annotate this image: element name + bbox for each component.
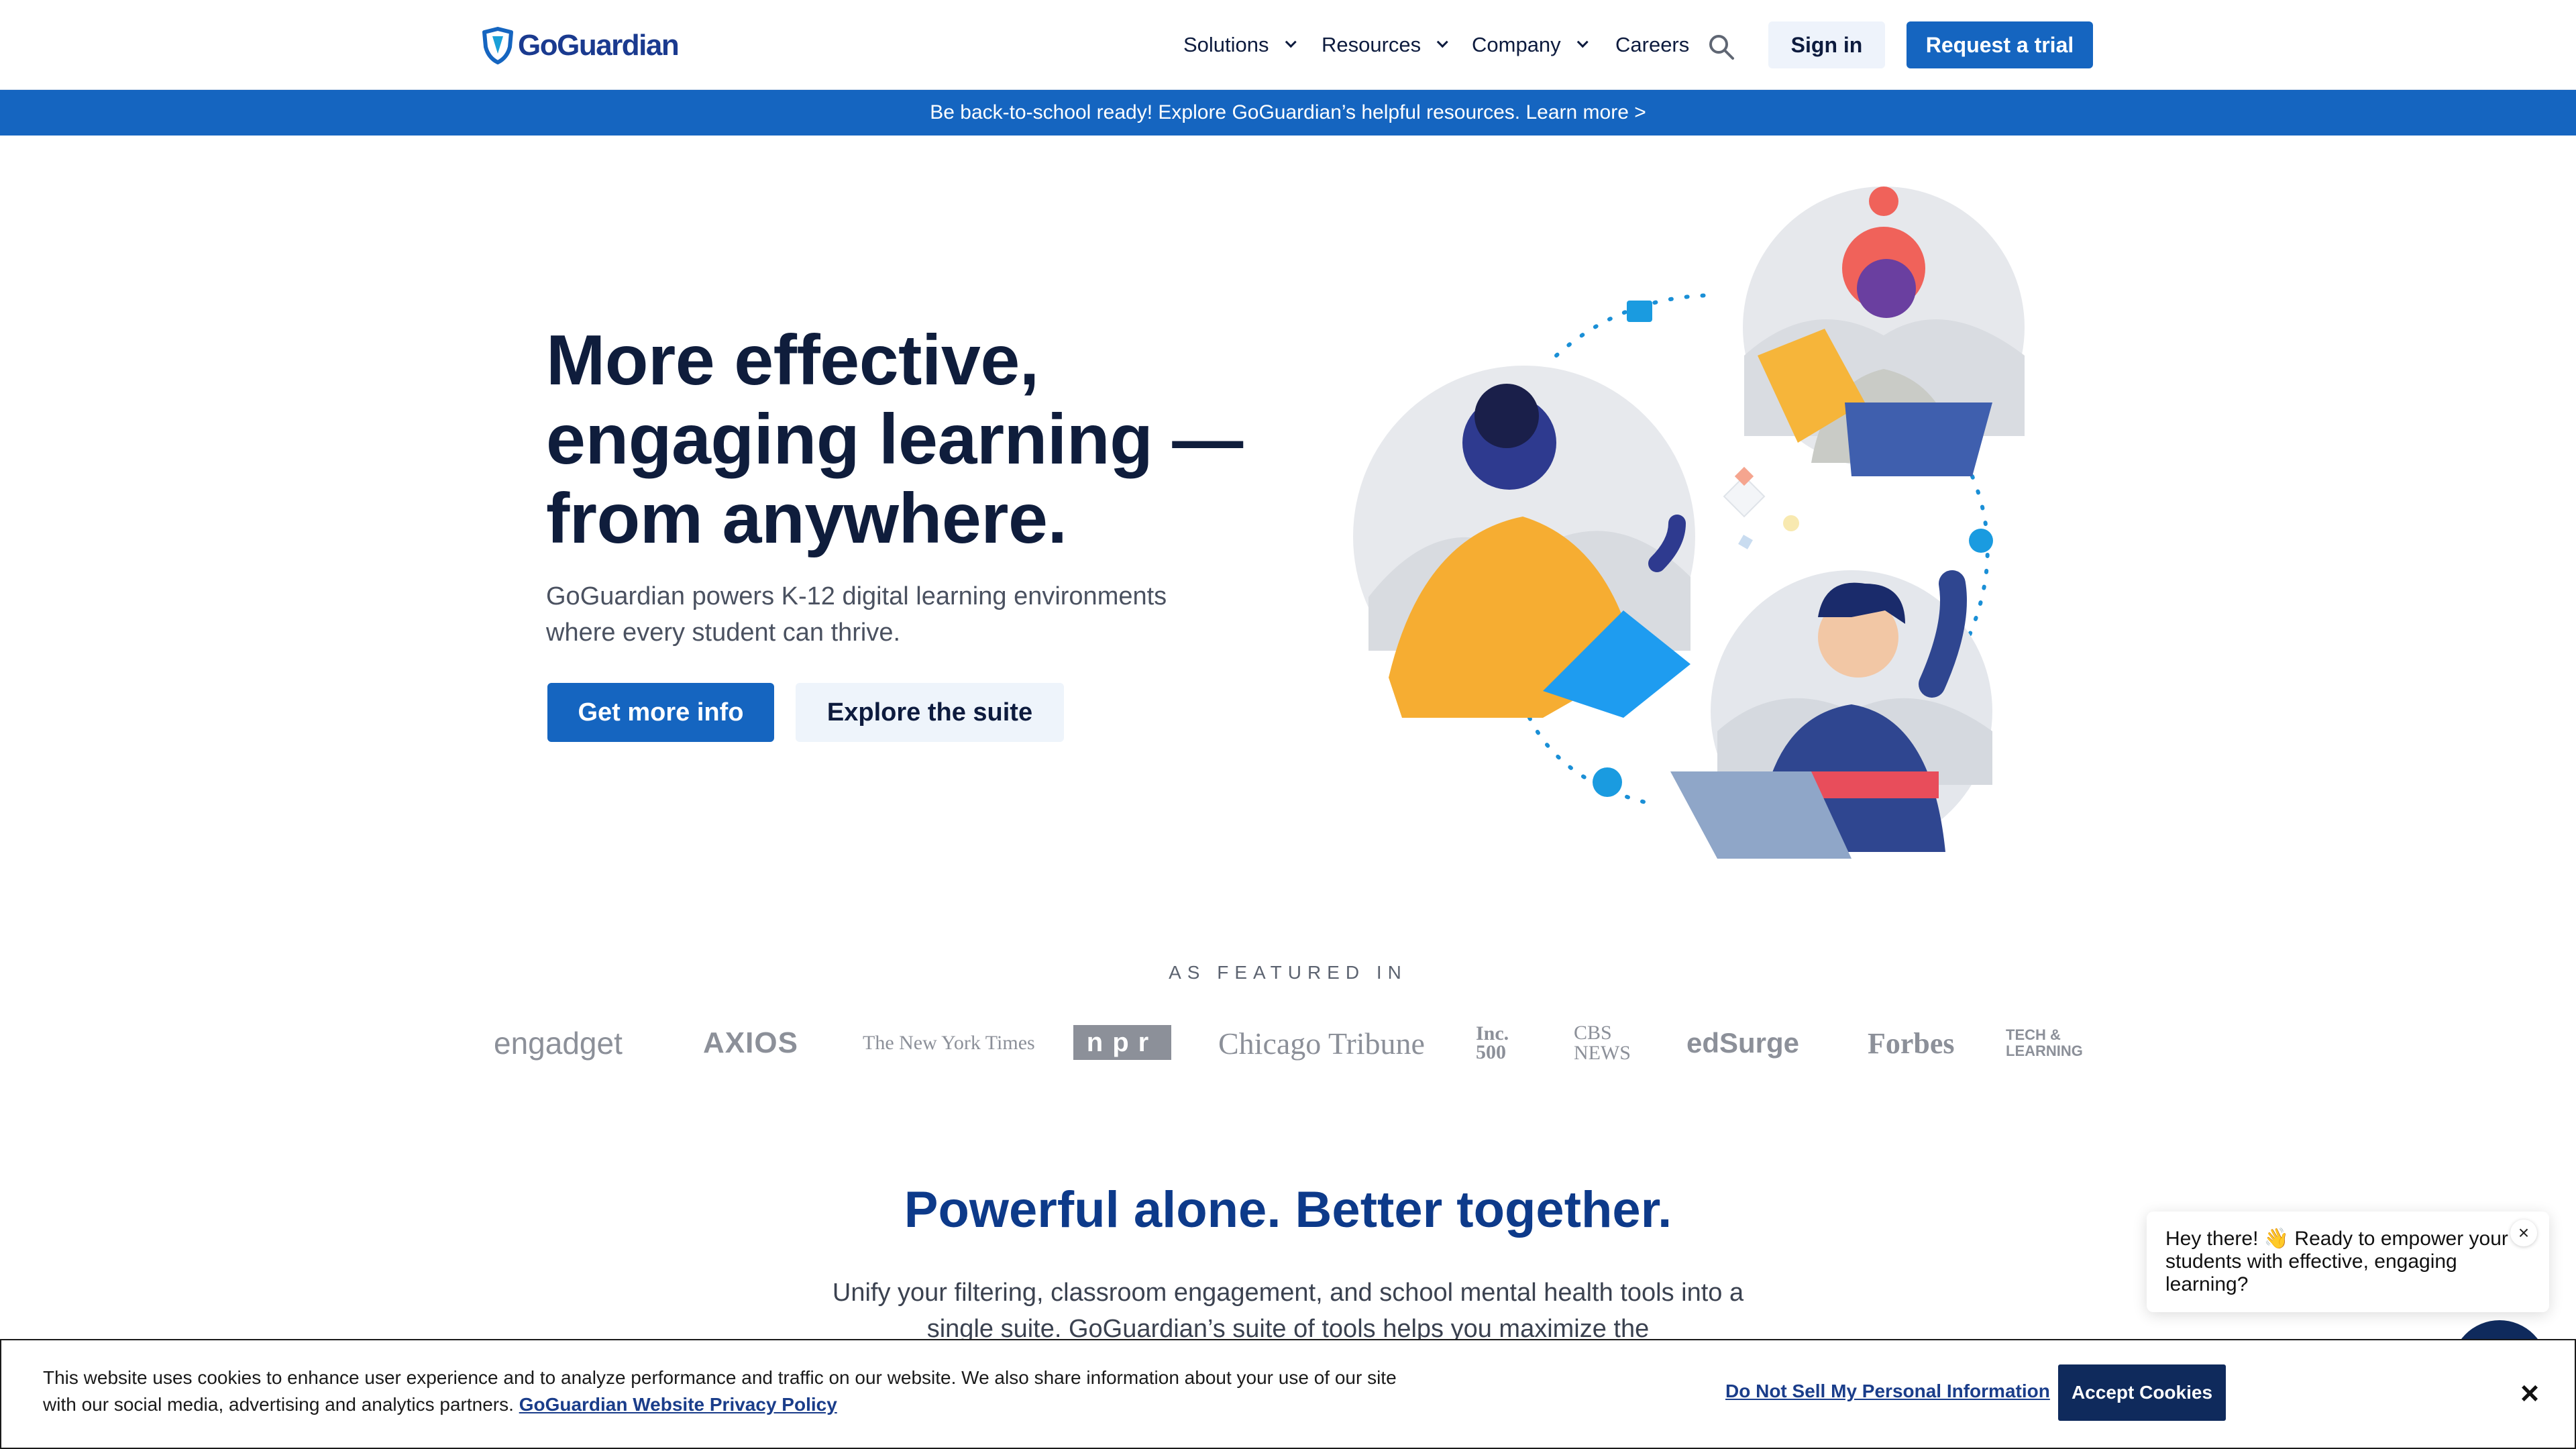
- site-header: GoGuardian Solutions Resources Company C…: [0, 0, 2576, 90]
- brand-wordmark: GoGuardian: [518, 29, 680, 62]
- press-logo-npr: npr: [1073, 1025, 1171, 1060]
- chat-close-button[interactable]: ×: [2510, 1220, 2537, 1246]
- explore-suite-button[interactable]: Explore the suite: [796, 683, 1064, 742]
- privacy-policy-link[interactable]: GoGuardian Website Privacy Policy: [519, 1394, 837, 1415]
- hero-title-line: engaging learning —: [546, 400, 1243, 479]
- hero-title-line: More effective,: [546, 321, 1039, 400]
- chat-message: Hey there! 👋 Ready to empower your stude…: [2165, 1228, 2508, 1295]
- chevron-down-icon: [1436, 36, 1448, 48]
- hero-title: More effective, engaging learning — from…: [546, 321, 1271, 558]
- hero-illustration: [1353, 186, 2025, 859]
- nav-careers[interactable]: Careers: [1615, 30, 1689, 60]
- accept-cookies-button[interactable]: Accept Cookies: [2058, 1364, 2226, 1421]
- chat-icon: [1593, 767, 1622, 797]
- section-text: Unify your filtering, classroom engageme…: [832, 1279, 1744, 1343]
- press-logo-nyt: The New York Times: [863, 1032, 1035, 1054]
- nav-solutions-label: Solutions: [1183, 33, 1269, 56]
- hero-subtitle: GoGuardian powers K-12 digital learning …: [546, 582, 1167, 647]
- get-more-info-button[interactable]: Get more info: [547, 683, 774, 742]
- hero-title-line: from anywhere.: [546, 479, 1067, 558]
- shield-logo-icon: [482, 27, 513, 64]
- announcement-banner[interactable]: Be back-to-school ready! Explore GoGuard…: [0, 90, 2576, 136]
- press-logo-axios: AXIOS: [703, 1026, 798, 1059]
- press-logo-cbs-news: CBS NEWS: [1574, 1022, 1631, 1064]
- nav-company-label: Company: [1472, 33, 1561, 56]
- press-logo-inc500: Inc. 500: [1476, 1022, 1509, 1063]
- sign-in-button[interactable]: Sign in: [1768, 21, 1885, 68]
- chevron-down-icon: [1576, 36, 1589, 48]
- press-logo-edsurge: edSurge: [1686, 1027, 1800, 1059]
- nav-careers-label: Careers: [1615, 33, 1690, 56]
- audio-icon: [1969, 529, 1993, 553]
- press-logo-chicago-tribune: Chicago Tribune: [1218, 1026, 1425, 1061]
- cookie-banner: This website uses cookies to enhance use…: [0, 1339, 2576, 1449]
- nav-resources-label: Resources: [1322, 33, 1421, 56]
- nav-resources[interactable]: Resources: [1322, 30, 1448, 60]
- chat-popup[interactable]: Hey there! 👋 Ready to empower your stude…: [2147, 1212, 2549, 1312]
- cookie-text-block: This website uses cookies to enhance use…: [43, 1364, 1425, 1418]
- chevron-down-icon: [1285, 36, 1297, 48]
- featured-label: AS FEATURED IN: [1169, 962, 1407, 983]
- video-icon: [1627, 301, 1652, 322]
- search-icon[interactable]: [1707, 32, 1736, 62]
- press-logo-engadget: engadget: [494, 1026, 623, 1061]
- do-not-sell-link[interactable]: Do Not Sell My Personal Information: [1725, 1381, 2050, 1402]
- press-logos: engadget AXIOS The New York Times npr Ch…: [494, 1020, 2093, 1067]
- nav-company[interactable]: Company: [1472, 30, 1589, 60]
- banner-text: Be back-to-school ready! Explore GoGuard…: [930, 101, 1646, 123]
- close-icon[interactable]: ×: [2513, 1376, 2546, 1411]
- request-trial-button[interactable]: Request a trial: [1907, 21, 2093, 68]
- press-logo-tech-learning: TECH & LEARNING: [2006, 1026, 2083, 1059]
- nav-solutions[interactable]: Solutions: [1183, 30, 1297, 60]
- goguardian-logo[interactable]: GoGuardian: [480, 27, 680, 64]
- press-logo-forbes: Forbes: [1868, 1026, 1955, 1060]
